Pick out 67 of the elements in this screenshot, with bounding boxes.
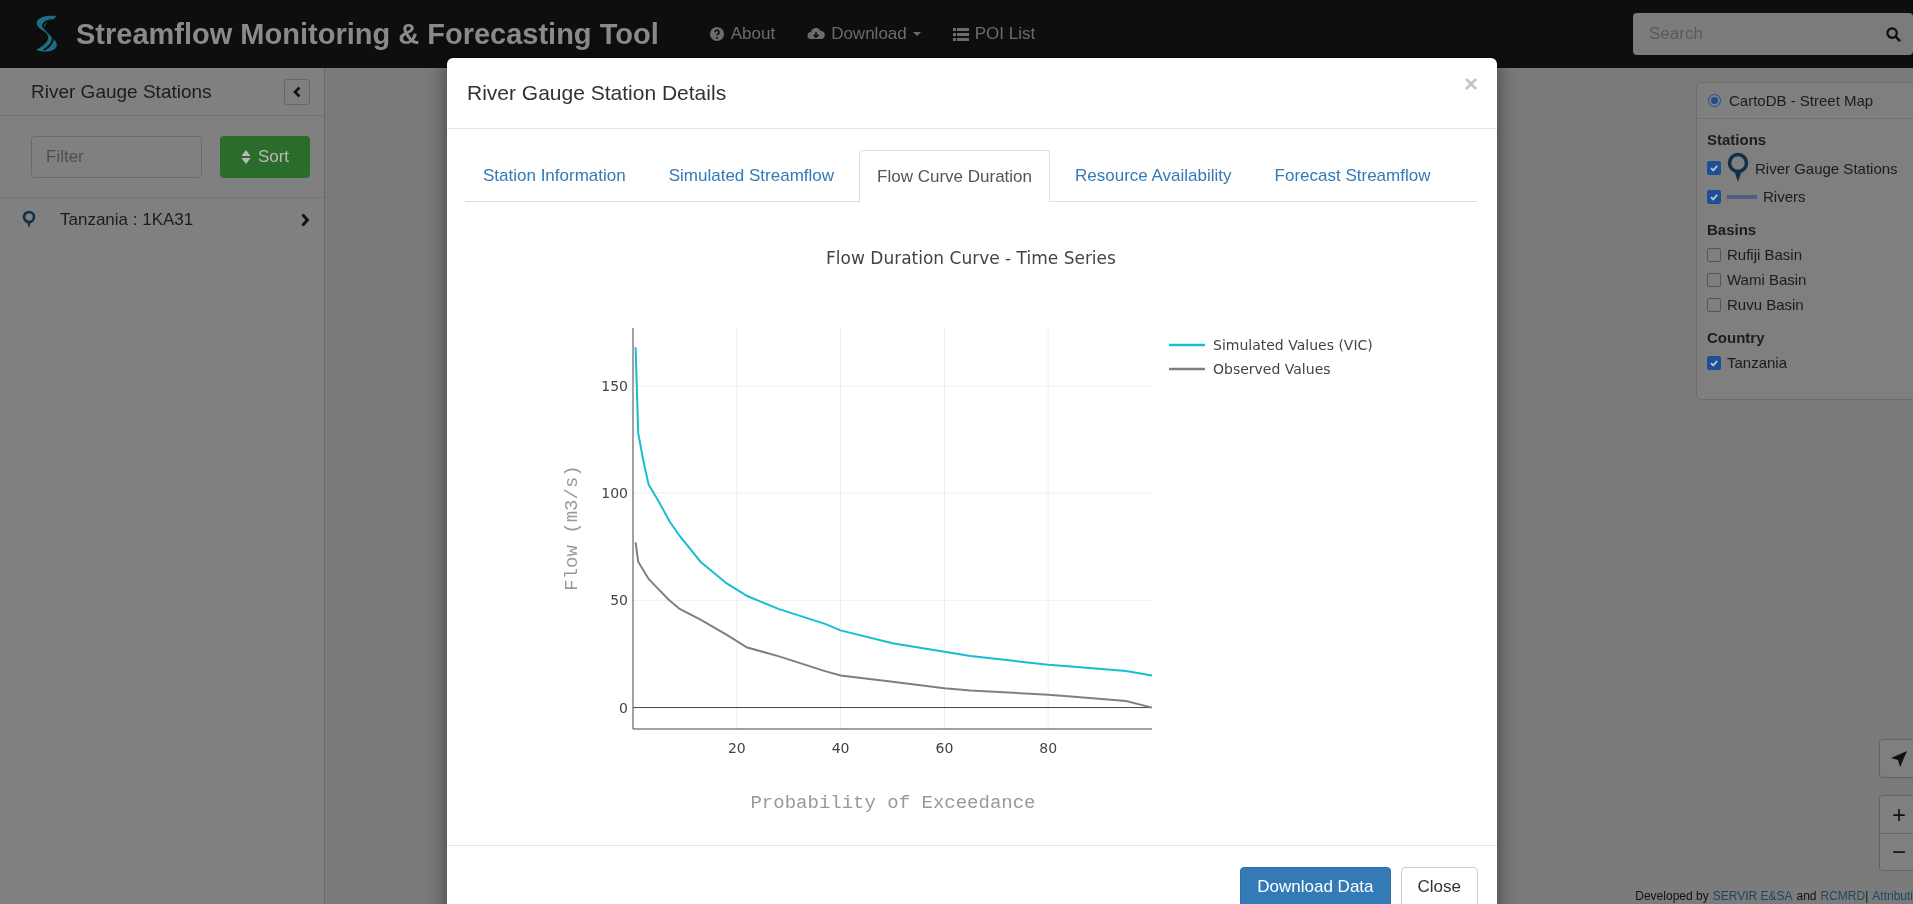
tab[interactable]: Simulated Streamflow	[650, 150, 853, 201]
tab[interactable]: Station Information	[465, 150, 644, 201]
panel-title: River Gauge Stations	[31, 80, 212, 103]
chevron-left-icon	[292, 85, 302, 98]
checkbox[interactable]	[1707, 297, 1721, 312]
x-tick-label: 40	[831, 740, 850, 756]
x-tick-label: 80	[1039, 740, 1058, 756]
arrow-icon	[1890, 749, 1908, 768]
layer-label: River Gauge Stations	[1755, 159, 1898, 177]
help-icon	[708, 26, 725, 42]
tab[interactable]: Flow Curve Duration	[859, 150, 1050, 202]
attribution-link[interactable]: SERVIR E&SA	[1712, 889, 1793, 903]
zoom-out-button[interactable]: −	[1880, 833, 1913, 870]
checkmark-icon	[1709, 357, 1719, 368]
attribution-text: |	[1865, 889, 1869, 903]
cloud-download-icon	[807, 26, 826, 42]
sort-button[interactable]: Sort	[220, 135, 310, 178]
modal-title: River Gauge Station Details	[467, 81, 727, 105]
nav-link[interactable]: Download	[791, 24, 937, 44]
checkbox[interactable]	[1707, 355, 1721, 370]
layer-label: Rufiji Basin	[1727, 246, 1803, 263]
caret-icon	[912, 32, 921, 36]
group-heading: Stations	[1707, 131, 1768, 148]
checkmark-icon	[1709, 163, 1719, 173]
close-button[interactable]: Close	[1400, 867, 1478, 904]
layer-label: Wami Basin	[1727, 271, 1807, 288]
legend-label: Simulated Values (VIC)	[1213, 337, 1373, 353]
map-pin-icon	[1727, 152, 1749, 184]
y-tick-label: 150	[601, 377, 628, 394]
checkbox[interactable]	[1707, 247, 1721, 262]
checkmark-icon	[1709, 191, 1719, 202]
search-icon	[1886, 27, 1901, 42]
layer-label: Tanzania	[1727, 354, 1788, 371]
x-axis-title: Probability of Exceedance	[750, 792, 1036, 814]
nav-link[interactable]: POI List	[936, 24, 1052, 44]
y-tick-label: 50	[610, 592, 628, 609]
x-tick-label: 60	[935, 740, 954, 756]
layer-label: Ruvu Basin	[1727, 296, 1804, 313]
list-icon	[952, 26, 969, 42]
station-item[interactable]: Tanzania : 1KA31	[0, 198, 324, 242]
tab[interactable]: Forecast Streamflow	[1256, 150, 1449, 201]
group-heading: Basins	[1707, 221, 1758, 238]
attribution-link[interactable]: Attributi	[1872, 889, 1913, 903]
legend-swatch	[1169, 367, 1205, 371]
y-tick-label: 100	[601, 485, 628, 502]
sort-icon	[240, 148, 251, 165]
download-button[interactable]: Download Data	[1240, 867, 1391, 904]
map-pin-icon	[22, 210, 36, 230]
chevron-right-icon	[300, 213, 310, 227]
y-tick-label: 0	[619, 699, 628, 716]
legend-swatch	[1169, 343, 1205, 347]
legend-label: Observed Values	[1213, 361, 1331, 377]
checkbox[interactable]	[1707, 161, 1721, 175]
attribution-text: and	[1796, 889, 1817, 903]
layer-label: CartoDB - Street Map	[1729, 92, 1874, 109]
chart-title: Flow Duration Curve - Time Series	[826, 248, 1116, 268]
app-title: Streamflow Monitoring & Forecasting Tool	[76, 17, 659, 51]
layer-label: Rivers	[1763, 188, 1806, 205]
tab[interactable]: Resource Availability	[1057, 150, 1250, 201]
attribution-text: Developed by	[1635, 889, 1709, 903]
nav-link[interactable]: About	[692, 24, 792, 44]
checkbox[interactable]	[1707, 189, 1721, 204]
x-tick-label: 20	[727, 740, 746, 756]
collapse-button[interactable]	[284, 78, 310, 105]
checkbox[interactable]	[1707, 272, 1721, 287]
y-axis-title: Flow (m3/s)	[561, 465, 583, 591]
group-heading: Country	[1707, 329, 1766, 346]
